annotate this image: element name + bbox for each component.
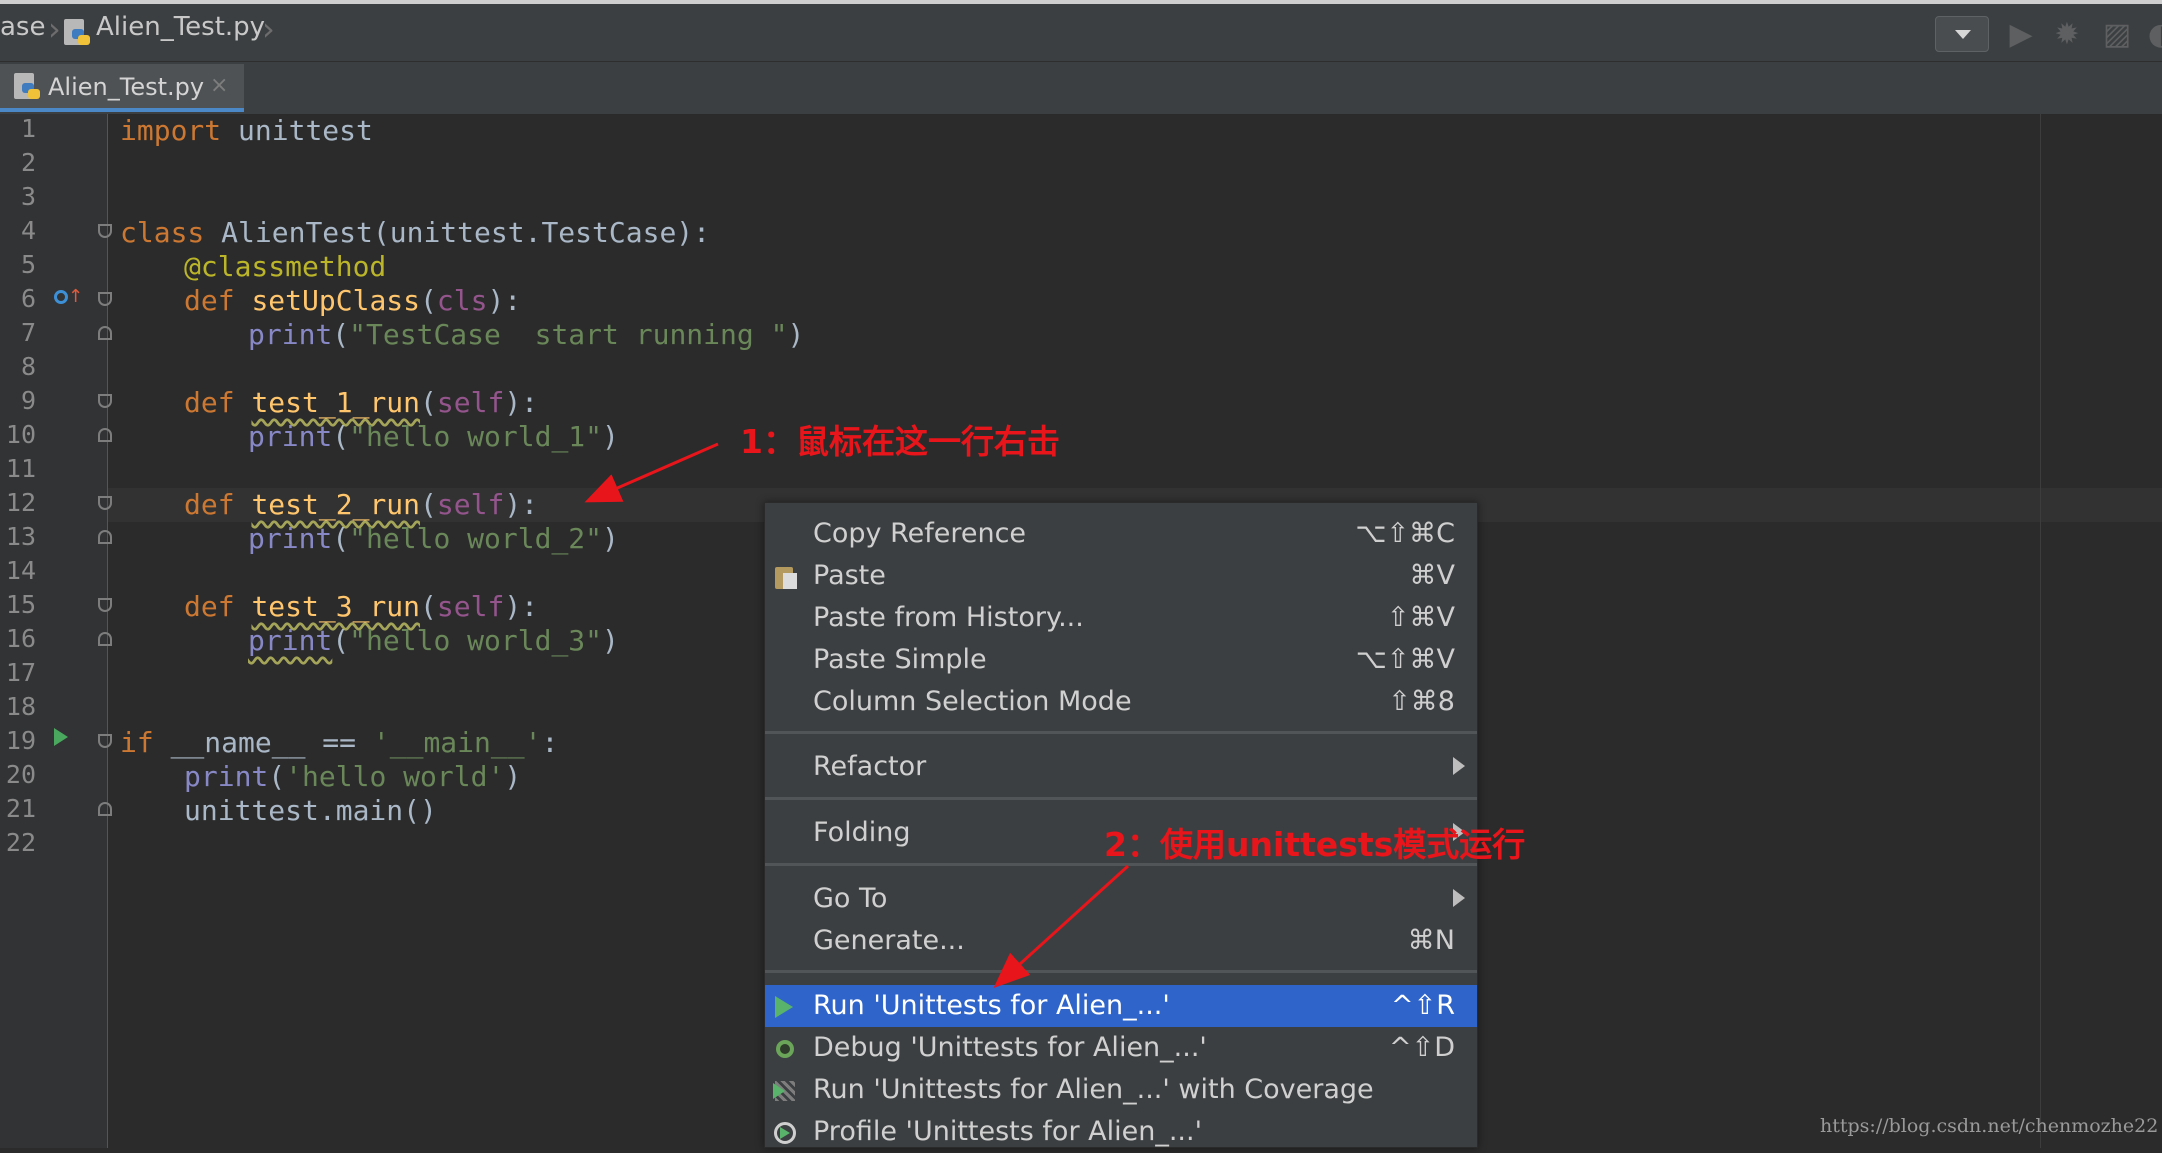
annotation-step-1: 1：鼠标在这一行右击 [740,422,1060,461]
annotation-arrow-2 [993,864,1130,989]
annotation-arrow-1 [584,442,719,503]
annotation-arrows [584,442,1130,989]
annotation-step-2: 2：使用unittests模式运行 [1104,825,1526,864]
watermark: https://blog.csdn.net/chenmozhe22 [1820,1115,2159,1137]
